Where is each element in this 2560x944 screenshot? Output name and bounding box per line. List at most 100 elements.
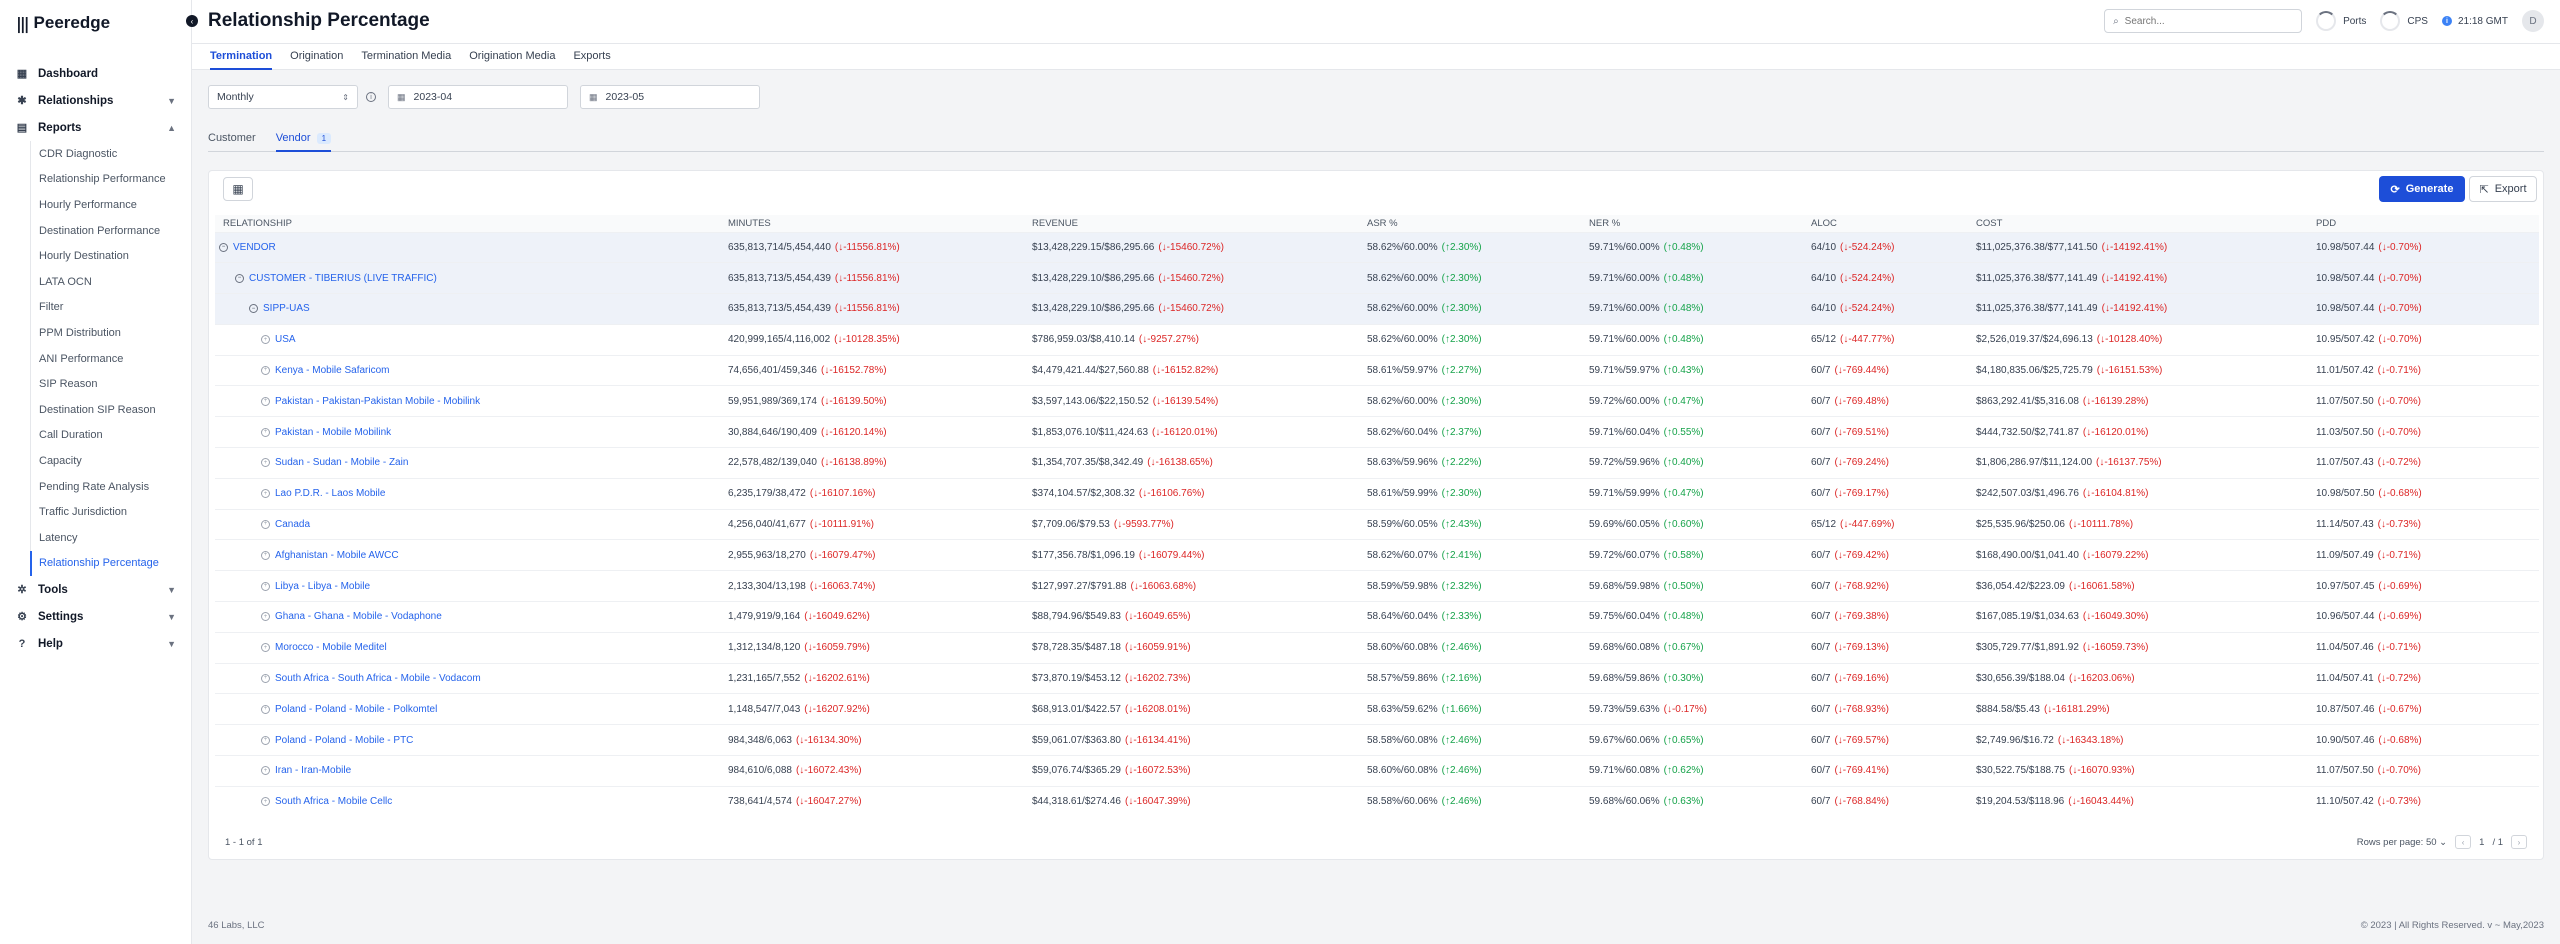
sidebar-item-reports[interactable]: ▤ Reports ▲ xyxy=(8,114,184,141)
relationship-link[interactable]: Morocco - Mobile Meditel xyxy=(275,642,387,653)
table-row[interactable]: + Sudan - Sudan - Mobile - Zain 22,578,482… xyxy=(215,447,2539,479)
sidebar-subitem[interactable]: Call Duration xyxy=(31,423,184,449)
table-row[interactable]: + Iran - Iran-Mobile 984,610/6,088 (↓-16072… xyxy=(215,755,2539,787)
cps-metric[interactable]: CPS xyxy=(2380,11,2428,31)
expand-icon[interactable]: + xyxy=(261,673,270,683)
relationship-link[interactable]: Lao P.D.R. - Laos Mobile xyxy=(275,488,385,499)
sidebar-item-tools[interactable]: ✲ Tools ▼ xyxy=(8,576,184,603)
relationship-link[interactable]: Afghanistan - Mobile AWCC xyxy=(275,550,399,561)
tab-exports[interactable]: Exports xyxy=(573,44,610,70)
table-row[interactable]: + Afghanistan - Mobile AWCC 2,955,963/18,2… xyxy=(215,539,2539,571)
table-row[interactable]: + Libya - Libya - Mobile 2,133,304/13,198(… xyxy=(215,570,2539,602)
expand-icon[interactable]: + xyxy=(261,550,270,560)
tab-termination-media[interactable]: Termination Media xyxy=(361,44,451,70)
sidebar-item-dashboard[interactable]: ▦ Dashboard xyxy=(8,60,184,87)
relationship-link[interactable]: Libya - Libya - Mobile xyxy=(275,581,370,592)
expand-icon[interactable]: + xyxy=(261,612,270,622)
to-date-input[interactable]: ▦ 2023-05 xyxy=(580,85,760,109)
sidebar-subitem[interactable]: Latency xyxy=(31,525,184,551)
rows-per-page-select[interactable]: Rows per page: 50 ⌄ xyxy=(2357,837,2447,848)
table-row[interactable]: + Morocco - Mobile Meditel 1,312,134/8,120… xyxy=(215,631,2539,664)
expand-icon[interactable]: + xyxy=(261,581,270,591)
column-header[interactable]: RELATIONSHIP xyxy=(215,215,720,232)
sidebar-subitem[interactable]: Traffic Jurisdiction xyxy=(31,499,184,525)
relationship-link[interactable]: Poland - Poland - Mobile - PTC xyxy=(275,735,413,746)
info-icon[interactable]: i xyxy=(366,92,376,102)
table-row[interactable]: + South Africa - Mobile Cellc 738,641/4,57… xyxy=(215,785,2539,818)
relationship-link[interactable]: Sudan - Sudan - Mobile - Zain xyxy=(275,457,408,468)
search-box[interactable]: ⌕ xyxy=(2104,9,2303,33)
expand-icon[interactable]: + xyxy=(261,427,270,437)
column-header[interactable]: PDD xyxy=(2308,215,2539,232)
relationship-link[interactable]: Ghana - Ghana - Mobile - Vodaphone xyxy=(275,611,442,622)
relationship-link[interactable]: SIPP-UAS xyxy=(263,303,310,314)
sidebar-subitem[interactable]: ANI Performance xyxy=(31,346,184,372)
sidebar-item-relationships[interactable]: ✱ Relationships ▼ xyxy=(8,87,184,114)
sidebar-subitem[interactable]: LATA OCN xyxy=(31,269,184,295)
relationship-link[interactable]: Poland - Poland - Mobile - Polkomtel xyxy=(275,704,437,715)
sidebar-subitem[interactable]: Hourly Destination xyxy=(31,243,184,269)
column-header[interactable]: ASR % xyxy=(1359,215,1581,232)
expand-icon[interactable]: + xyxy=(261,766,270,776)
relationship-link[interactable]: USA xyxy=(275,334,296,345)
sidebar-subitem-active[interactable]: Relationship Percentage xyxy=(30,550,184,577)
expand-icon[interactable]: + xyxy=(261,704,270,714)
sidebar-subitem[interactable]: Filter xyxy=(31,295,184,321)
collapse-icon[interactable]: − xyxy=(249,304,258,314)
column-header[interactable]: MINUTES xyxy=(720,215,1024,232)
relationship-link[interactable]: Iran - Iran-Mobile xyxy=(275,765,351,776)
sidebar-subitem[interactable]: Pending Rate Analysis xyxy=(31,474,184,500)
column-header[interactable]: COST xyxy=(1968,215,2308,232)
column-header[interactable]: REVENUE xyxy=(1024,215,1359,232)
ports-metric[interactable]: Ports xyxy=(2316,11,2366,31)
table-row[interactable]: − VENDOR 635,813,714/5,454,440 (↓-11556.81%… xyxy=(215,231,2539,263)
table-row[interactable]: + Canada 4,256,040/41,677 (↓-10111.91%) $7,7… xyxy=(215,508,2539,540)
relationship-link[interactable]: CUSTOMER - TIBERIUS (LIVE TRAFFIC) xyxy=(249,273,437,284)
table-row[interactable]: + South Africa - South Africa - Mobile - … xyxy=(215,662,2539,694)
back-icon[interactable]: ‹ xyxy=(186,15,198,27)
column-header[interactable]: ALOC xyxy=(1803,215,1968,232)
expand-icon[interactable]: + xyxy=(261,458,270,468)
sidebar-subitem[interactable]: Destination Performance xyxy=(31,218,184,244)
expand-icon[interactable]: + xyxy=(261,365,270,375)
table-row[interactable]: + Pakistan - Mobile Mobilink 30,884,646/19… xyxy=(215,416,2539,448)
tab-origination[interactable]: Origination xyxy=(290,44,343,70)
relationship-link[interactable]: Pakistan - Pakistan-Pakistan Mobile - Mo… xyxy=(275,396,480,407)
calendar-button[interactable]: ▦ xyxy=(223,177,253,201)
table-row[interactable]: + USA 420,999,165/4,116,002 (↓-10128.35%) $7… xyxy=(215,323,2539,356)
period-select[interactable]: Monthly ⇕ xyxy=(208,85,358,109)
export-button[interactable]: ⇱ Export xyxy=(2469,176,2537,202)
relationship-link[interactable]: South Africa - Mobile Cellc xyxy=(275,796,392,807)
prev-page-button[interactable]: ‹ xyxy=(2455,835,2472,849)
sidebar-subitem[interactable]: Destination SIP Reason xyxy=(31,397,184,423)
expand-icon[interactable]: + xyxy=(261,335,270,345)
next-page-button[interactable]: › xyxy=(2511,835,2527,849)
expand-icon[interactable]: + xyxy=(261,797,270,807)
expand-icon[interactable]: + xyxy=(261,519,270,529)
sidebar-subitem[interactable]: PPM Distribution xyxy=(31,320,184,346)
tab-termination[interactable]: Termination xyxy=(210,44,273,70)
relationship-link[interactable]: Pakistan - Mobile Mobilink xyxy=(275,427,391,438)
sidebar-subitem[interactable]: CDR Diagnostic xyxy=(31,141,184,167)
table-row[interactable]: + Poland - Poland - Mobile - Polkomtel 1,1… xyxy=(215,693,2539,725)
expand-icon[interactable]: + xyxy=(261,489,270,499)
relationship-link[interactable]: South Africa - South Africa - Mobile - V… xyxy=(275,673,481,684)
sidebar-subitem[interactable]: Hourly Performance xyxy=(31,192,184,218)
table-row[interactable]: + Poland - Poland - Mobile - PTC 984,348/6… xyxy=(215,724,2539,756)
expand-icon[interactable]: + xyxy=(261,396,270,406)
table-row[interactable]: + Pakistan - Pakistan-Pakistan Mobile - M… xyxy=(215,385,2539,417)
current-page[interactable]: 1 xyxy=(2479,837,2484,848)
sidebar-subitem[interactable]: Relationship Performance xyxy=(31,167,184,193)
from-date-input[interactable]: ▦ 2023-04 xyxy=(388,85,568,109)
collapse-icon[interactable]: − xyxy=(219,242,228,252)
generate-button[interactable]: ⟳ Generate xyxy=(2379,176,2465,202)
expand-icon[interactable]: + xyxy=(261,735,270,745)
table-row[interactable]: + Kenya - Mobile Safaricom 74,656,401/459,… xyxy=(215,354,2539,386)
search-input[interactable] xyxy=(2124,15,2285,27)
table-row[interactable]: + Ghana - Ghana - Mobile - Vodaphone 1,479… xyxy=(215,601,2539,633)
tab-customer[interactable]: Customer xyxy=(208,126,256,152)
column-header[interactable]: NER % xyxy=(1581,215,1803,232)
sidebar-subitem[interactable]: Capacity xyxy=(31,448,184,474)
relationship-link[interactable]: Kenya - Mobile Safaricom xyxy=(275,365,390,376)
relationship-link[interactable]: VENDOR xyxy=(233,242,276,253)
